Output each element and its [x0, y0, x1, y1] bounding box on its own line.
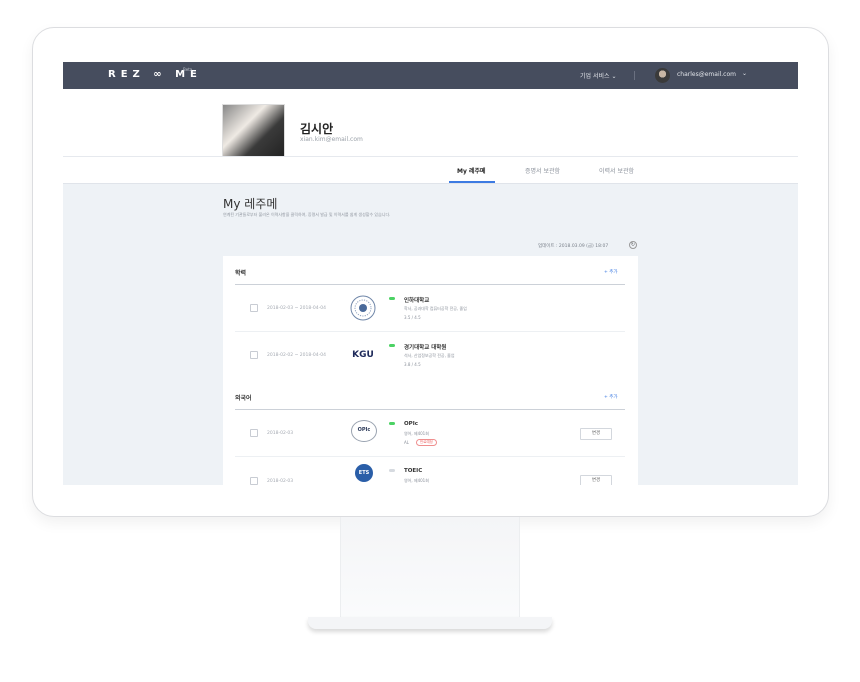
language-name[interactable]: TOEIC	[404, 468, 422, 474]
language-detail: 영어, 제401회	[404, 431, 429, 436]
unverified-indicator	[389, 469, 395, 472]
row-checkbox[interactable]	[250, 351, 258, 359]
education-name[interactable]: 인하대학교	[404, 296, 429, 304]
language-detail: 영어, 제401회	[404, 478, 429, 483]
inha-university-logo	[350, 295, 376, 321]
language-name[interactable]: OPIc	[404, 421, 418, 427]
monitor-base	[308, 617, 552, 629]
profile-email: xian.kim@email.com	[300, 136, 363, 143]
expiry-badge: 만료예정	[416, 439, 437, 446]
app-screen: REZ ∞ ME Beta 기업 서비스 ⌄ charles@email.com…	[63, 62, 798, 485]
user-email[interactable]: charles@email.com	[677, 71, 736, 78]
ets-logo: ETS	[355, 464, 373, 482]
change-button[interactable]: 변경	[580, 475, 612, 485]
language-score: AL	[404, 440, 409, 445]
row-checkbox[interactable]	[250, 304, 258, 312]
row-divider	[235, 456, 625, 457]
education-score: 3.8 / 4.5	[404, 362, 421, 367]
verified-indicator	[389, 422, 395, 425]
education-name[interactable]: 경기대학교 대학원	[404, 343, 446, 351]
tab-certificate-storage[interactable]: 증명서 보관함	[525, 166, 560, 175]
verified-indicator	[389, 344, 395, 347]
language-date: 2018-02-03	[267, 479, 294, 484]
add-language-button[interactable]: + 추가	[604, 394, 617, 400]
education-detail: 학사, 공과대학 컴퓨터공학 전공, 졸업	[404, 306, 467, 311]
nav-divider	[634, 71, 635, 80]
kgu-logo: KGU	[352, 350, 374, 360]
business-service-label: 기업 서비스	[580, 73, 610, 80]
page-title: My 레주메	[223, 197, 278, 211]
chevron-down-icon: ⌄	[611, 73, 617, 80]
resume-card: 학력 + 추가 2018-02-03 ~ 2018-04-04 인하대학교 학사…	[223, 256, 638, 485]
verified-indicator	[389, 297, 395, 300]
row-checkbox[interactable]	[250, 429, 258, 437]
chevron-down-icon[interactable]: ⌄	[742, 70, 747, 77]
beta-label: Beta	[183, 67, 193, 72]
add-education-button[interactable]: + 추가	[604, 269, 617, 275]
profile-header: 김시안 xian.kim@email.com	[63, 89, 798, 167]
change-button[interactable]: 변경	[580, 428, 612, 440]
opic-logo: OPIc	[351, 420, 377, 442]
education-score: 3.5 / 4.5	[404, 315, 421, 320]
tab-resume-storage[interactable]: 이력서 보관함	[599, 166, 634, 175]
top-navigation-bar: REZ ∞ ME Beta 기업 서비스 ⌄ charles@email.com…	[63, 62, 798, 89]
section-divider	[235, 284, 625, 285]
row-checkbox[interactable]	[250, 477, 258, 485]
business-service-menu[interactable]: 기업 서비스 ⌄	[580, 71, 616, 80]
last-updated: 업데이트 : 2018.03.09 (금) 18:07	[538, 244, 609, 249]
language-date: 2018-02-03	[267, 431, 294, 436]
language-section-title: 외국어	[235, 395, 252, 402]
refresh-icon[interactable]: ↻	[629, 241, 637, 249]
education-section-title: 학력	[235, 270, 247, 277]
education-date: 2018-02-02 ~ 2018-04-04	[267, 353, 326, 358]
profile-name: 김시안	[300, 122, 334, 136]
user-avatar[interactable]	[655, 68, 670, 83]
education-date: 2018-02-03 ~ 2018-04-04	[267, 306, 326, 311]
education-detail: 석사, 산업정보공학 전공, 졸업	[404, 353, 455, 358]
page-description: 연계된 기관들로부터 불러온 이력사항을 클릭하여, 증명서 발급 및 이력서를…	[223, 212, 391, 217]
tab-bar: My 레주메 증명서 보관함 이력서 보관함	[63, 156, 798, 184]
tab-my-resume[interactable]: My 레주메	[457, 166, 486, 175]
monitor-stand	[340, 517, 520, 617]
active-tab-indicator	[449, 181, 495, 183]
section-divider	[235, 409, 625, 410]
row-divider	[235, 331, 625, 332]
